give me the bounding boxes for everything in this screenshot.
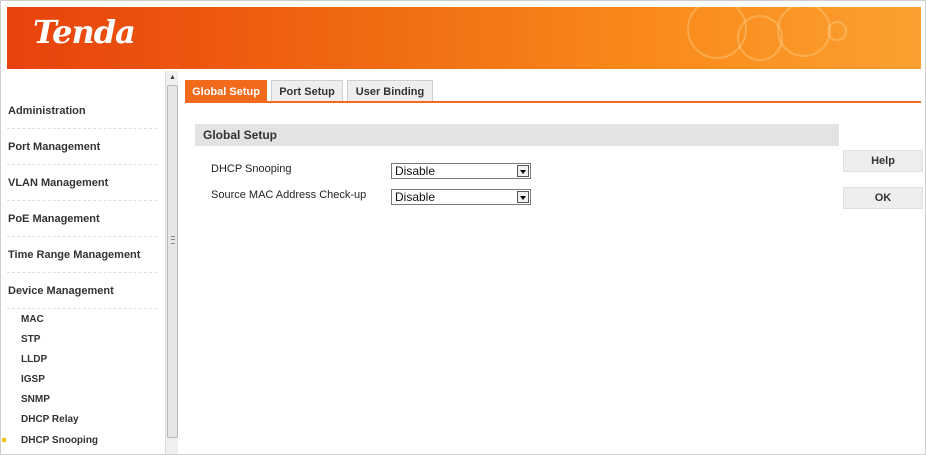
sidebar-item-poe-management[interactable]: PoE Management <box>7 201 157 237</box>
sidebar-item-administration[interactable]: Administration <box>7 93 157 129</box>
source-mac-check-select-value: Disable <box>395 190 436 204</box>
sidebar-subitem-snmp[interactable]: SNMP <box>21 394 50 405</box>
scroll-up-arrow-icon[interactable]: ▲ <box>168 73 177 82</box>
scroll-thumb[interactable] <box>167 85 178 438</box>
source-mac-check-select[interactable]: Disable <box>391 189 531 205</box>
sidebar-subitem-dhcp-relay[interactable]: DHCP Relay <box>21 414 79 425</box>
sidebar-item-device-management[interactable]: Device Management <box>7 273 157 309</box>
banner-decoration <box>777 7 831 57</box>
sidebar-subitem-stp[interactable]: STP <box>21 334 40 345</box>
sidebar-subitem-lldp[interactable]: LLDP <box>21 354 47 365</box>
banner-decoration <box>737 15 783 61</box>
dropdown-arrow-icon[interactable] <box>517 191 529 203</box>
app-window: Tenda Administration Port Management VLA… <box>0 0 926 455</box>
dropdown-arrow-icon[interactable] <box>517 165 529 177</box>
tab-underline <box>185 101 921 103</box>
source-mac-check-label: Source MAC Address Check-up <box>211 189 367 201</box>
dhcp-snooping-select[interactable]: Disable <box>391 163 531 179</box>
sidebar: Administration Port Management VLAN Mana… <box>7 71 165 454</box>
help-button[interactable]: Help <box>843 150 923 172</box>
dhcp-snooping-label: DHCP Snooping <box>211 163 292 175</box>
sidebar-item-vlan-management[interactable]: VLAN Management <box>7 165 157 201</box>
sidebar-scrollbar[interactable]: ▲ <box>165 71 178 454</box>
banner-decoration <box>827 21 847 41</box>
dhcp-snooping-select-value: Disable <box>395 164 436 178</box>
tenda-logo: Tenda <box>33 13 136 51</box>
sidebar-item-time-range-management[interactable]: Time Range Management <box>7 237 157 273</box>
section-title: Global Setup <box>195 124 839 146</box>
tab-global-setup[interactable]: Global Setup <box>185 80 267 102</box>
sidebar-subitem-dhcp-snooping[interactable]: DHCP Snooping <box>21 435 98 446</box>
scroll-grip-icon <box>171 236 175 244</box>
tab-port-setup[interactable]: Port Setup <box>271 80 343 102</box>
sidebar-item-port-management[interactable]: Port Management <box>7 129 157 165</box>
ok-button[interactable]: OK <box>843 187 923 209</box>
sidebar-subitem-igsp[interactable]: IGSP <box>21 374 45 385</box>
header-banner: Tenda <box>7 7 921 69</box>
active-item-marker-icon <box>2 438 6 442</box>
tab-user-binding[interactable]: User Binding <box>347 80 433 102</box>
sidebar-subitem-mac[interactable]: MAC <box>21 314 44 325</box>
